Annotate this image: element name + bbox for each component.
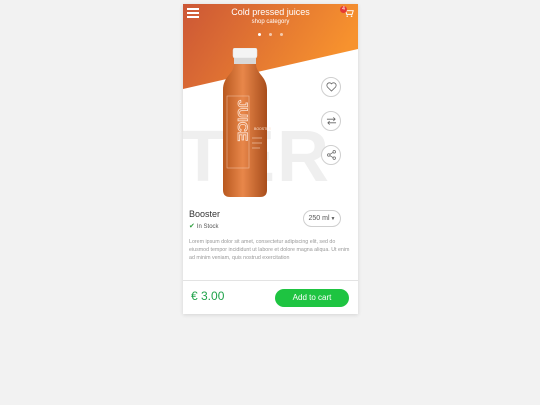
purchase-footer: € 3.00 Add to cart: [183, 280, 358, 314]
carousel-dot-2[interactable]: [269, 33, 272, 36]
chevron-down-icon: ▼: [330, 216, 336, 222]
cart-count-badge: 4: [340, 6, 347, 13]
stock-status: ✔ In Stock: [189, 222, 219, 230]
stock-status-label: In Stock: [196, 224, 219, 230]
add-to-cart-button[interactable]: Add to cart: [275, 289, 349, 307]
size-dropdown[interactable]: 250 ml▼: [303, 210, 341, 227]
compare-button[interactable]: [321, 111, 341, 131]
bottle-brand-text: JUICE: [235, 100, 251, 141]
juice-bottle-image: JUICE BOOSTER: [223, 48, 272, 197]
swap-arrows-icon: [326, 117, 336, 125]
page-subtitle[interactable]: shop category: [183, 19, 358, 25]
page-title: Cold pressed juices: [231, 7, 310, 17]
carousel-dot-3[interactable]: [280, 33, 283, 36]
product-description: Lorem ipsum dolor sit amet, consectetur …: [189, 239, 350, 262]
product-price: € 3.00: [191, 289, 225, 303]
heart-icon: [326, 82, 336, 92]
share-icon: [326, 150, 336, 160]
carousel-dots: [183, 33, 358, 36]
check-icon: ✔: [189, 223, 195, 230]
product-name: Booster: [189, 209, 221, 219]
share-button[interactable]: [321, 145, 341, 165]
bottle-flavor-text: BOOSTER: [254, 127, 272, 131]
product-hero: TER Cold pressed juices shop category 4: [183, 4, 358, 204]
carousel-dot-1[interactable]: [258, 33, 261, 36]
size-value: 250 ml: [308, 215, 330, 222]
favorite-button[interactable]: [321, 77, 341, 97]
product-card: TER Cold pressed juices shop category 4: [183, 4, 358, 314]
